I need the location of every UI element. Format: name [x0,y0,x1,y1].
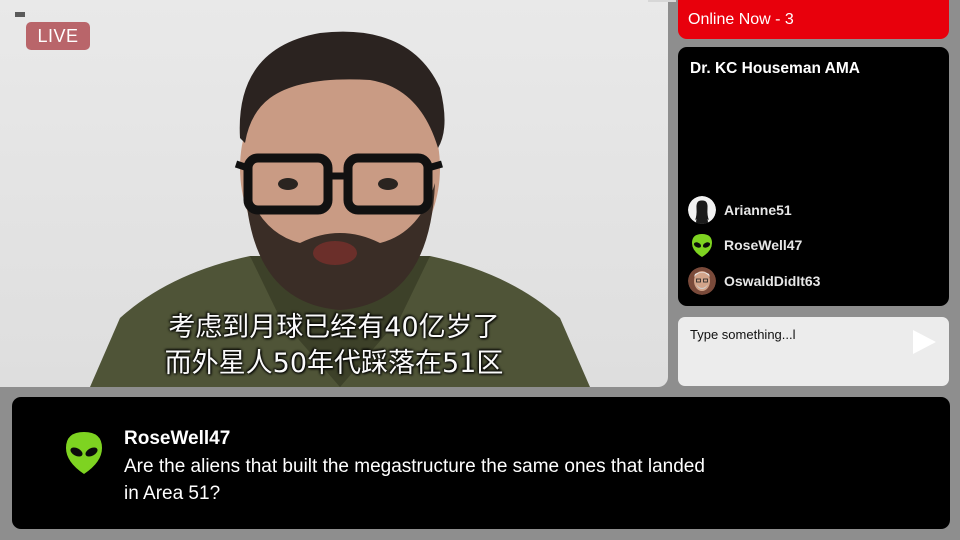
notch-decoration [648,0,676,2]
photo-avatar [688,267,716,295]
participant-row[interactable]: RoseWell47 [688,231,802,259]
send-button[interactable] [909,327,939,357]
stream-screen: LIVE 考虑到月球已经有40亿岁了 而外星人50年代踩落在51区 Online… [0,0,960,540]
online-count-label: Online Now - 3 [688,11,794,28]
play-triangle-icon [913,330,936,354]
online-now-bar: Online Now - 3 [648,0,949,39]
chat-input[interactable] [690,325,890,343]
participant-name: RoseWell47 [724,237,803,253]
video-feed: LIVE 考虑到月球已经有40亿岁了 而外星人50年代踩落在51区 [0,0,668,387]
participant-row[interactable]: Arianne51 [688,196,792,224]
chat-input-box[interactable] [678,317,949,386]
subtitle-line-1: 考虑到月球已经有40亿岁了 [168,312,500,343]
message-text: Are the aliens that built the megastruct… [124,456,705,504]
participant-name: Arianne51 [724,202,792,218]
alien-icon [66,432,102,474]
participant-name: OswaldDidIt63 [724,273,821,289]
person-silhouette-icon [688,196,716,224]
participant-row[interactable]: OswaldDidIt63 [688,267,820,295]
message-author: RoseWell47 [124,428,231,449]
featured-message-panel: RoseWell47 Are the aliens that built the… [12,397,950,529]
alien-icon [688,231,716,259]
participants-panel: Dr. KC Houseman AMA Arianne51 RoseWell47… [678,47,949,306]
subtitle-line-2: 而外星人50年代踩落在51区 [164,348,504,379]
recording-indicator [15,12,25,17]
panel-title: Dr. KC Houseman AMA [690,60,860,77]
